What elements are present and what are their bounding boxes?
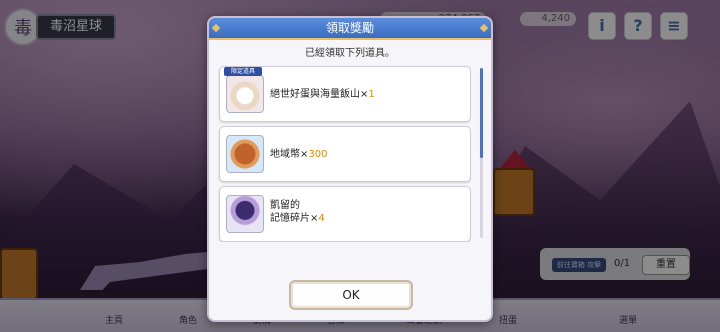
reward-item: 地域幣×300: [219, 126, 471, 182]
scrollbar-thumb[interactable]: [480, 68, 483, 158]
reward-dialog: 領取獎勵 已經領取下列道具。 限定道具 絕世好蛋與海量飯山×1 地域幣×300 …: [207, 16, 493, 322]
reward-list[interactable]: 限定道具 絕世好蛋與海量飯山×1 地域幣×300 凱留的 記憶碎片×4: [217, 64, 471, 242]
dialog-title: 領取獎勵: [325, 21, 374, 35]
coin-icon: [226, 135, 264, 173]
reward-item-name: 地域幣×300: [270, 149, 328, 160]
reward-item-name: 凱留的 記憶碎片×4: [270, 200, 325, 224]
reward-item: 限定道具 絕世好蛋與海量飯山×1: [219, 66, 471, 122]
egg-rice-icon: [226, 75, 264, 113]
dialog-subtitle: 已經領取下列道具。: [305, 48, 395, 59]
dialog-header: 領取獎勵: [209, 18, 491, 40]
limited-badge: 限定道具: [224, 67, 262, 76]
reward-item-name: 絕世好蛋與海量飯山×1: [270, 89, 375, 100]
memory-fragment-icon: [226, 195, 264, 233]
ok-button[interactable]: OK: [289, 280, 413, 310]
reward-item: 凱留的 記憶碎片×4: [219, 186, 471, 242]
